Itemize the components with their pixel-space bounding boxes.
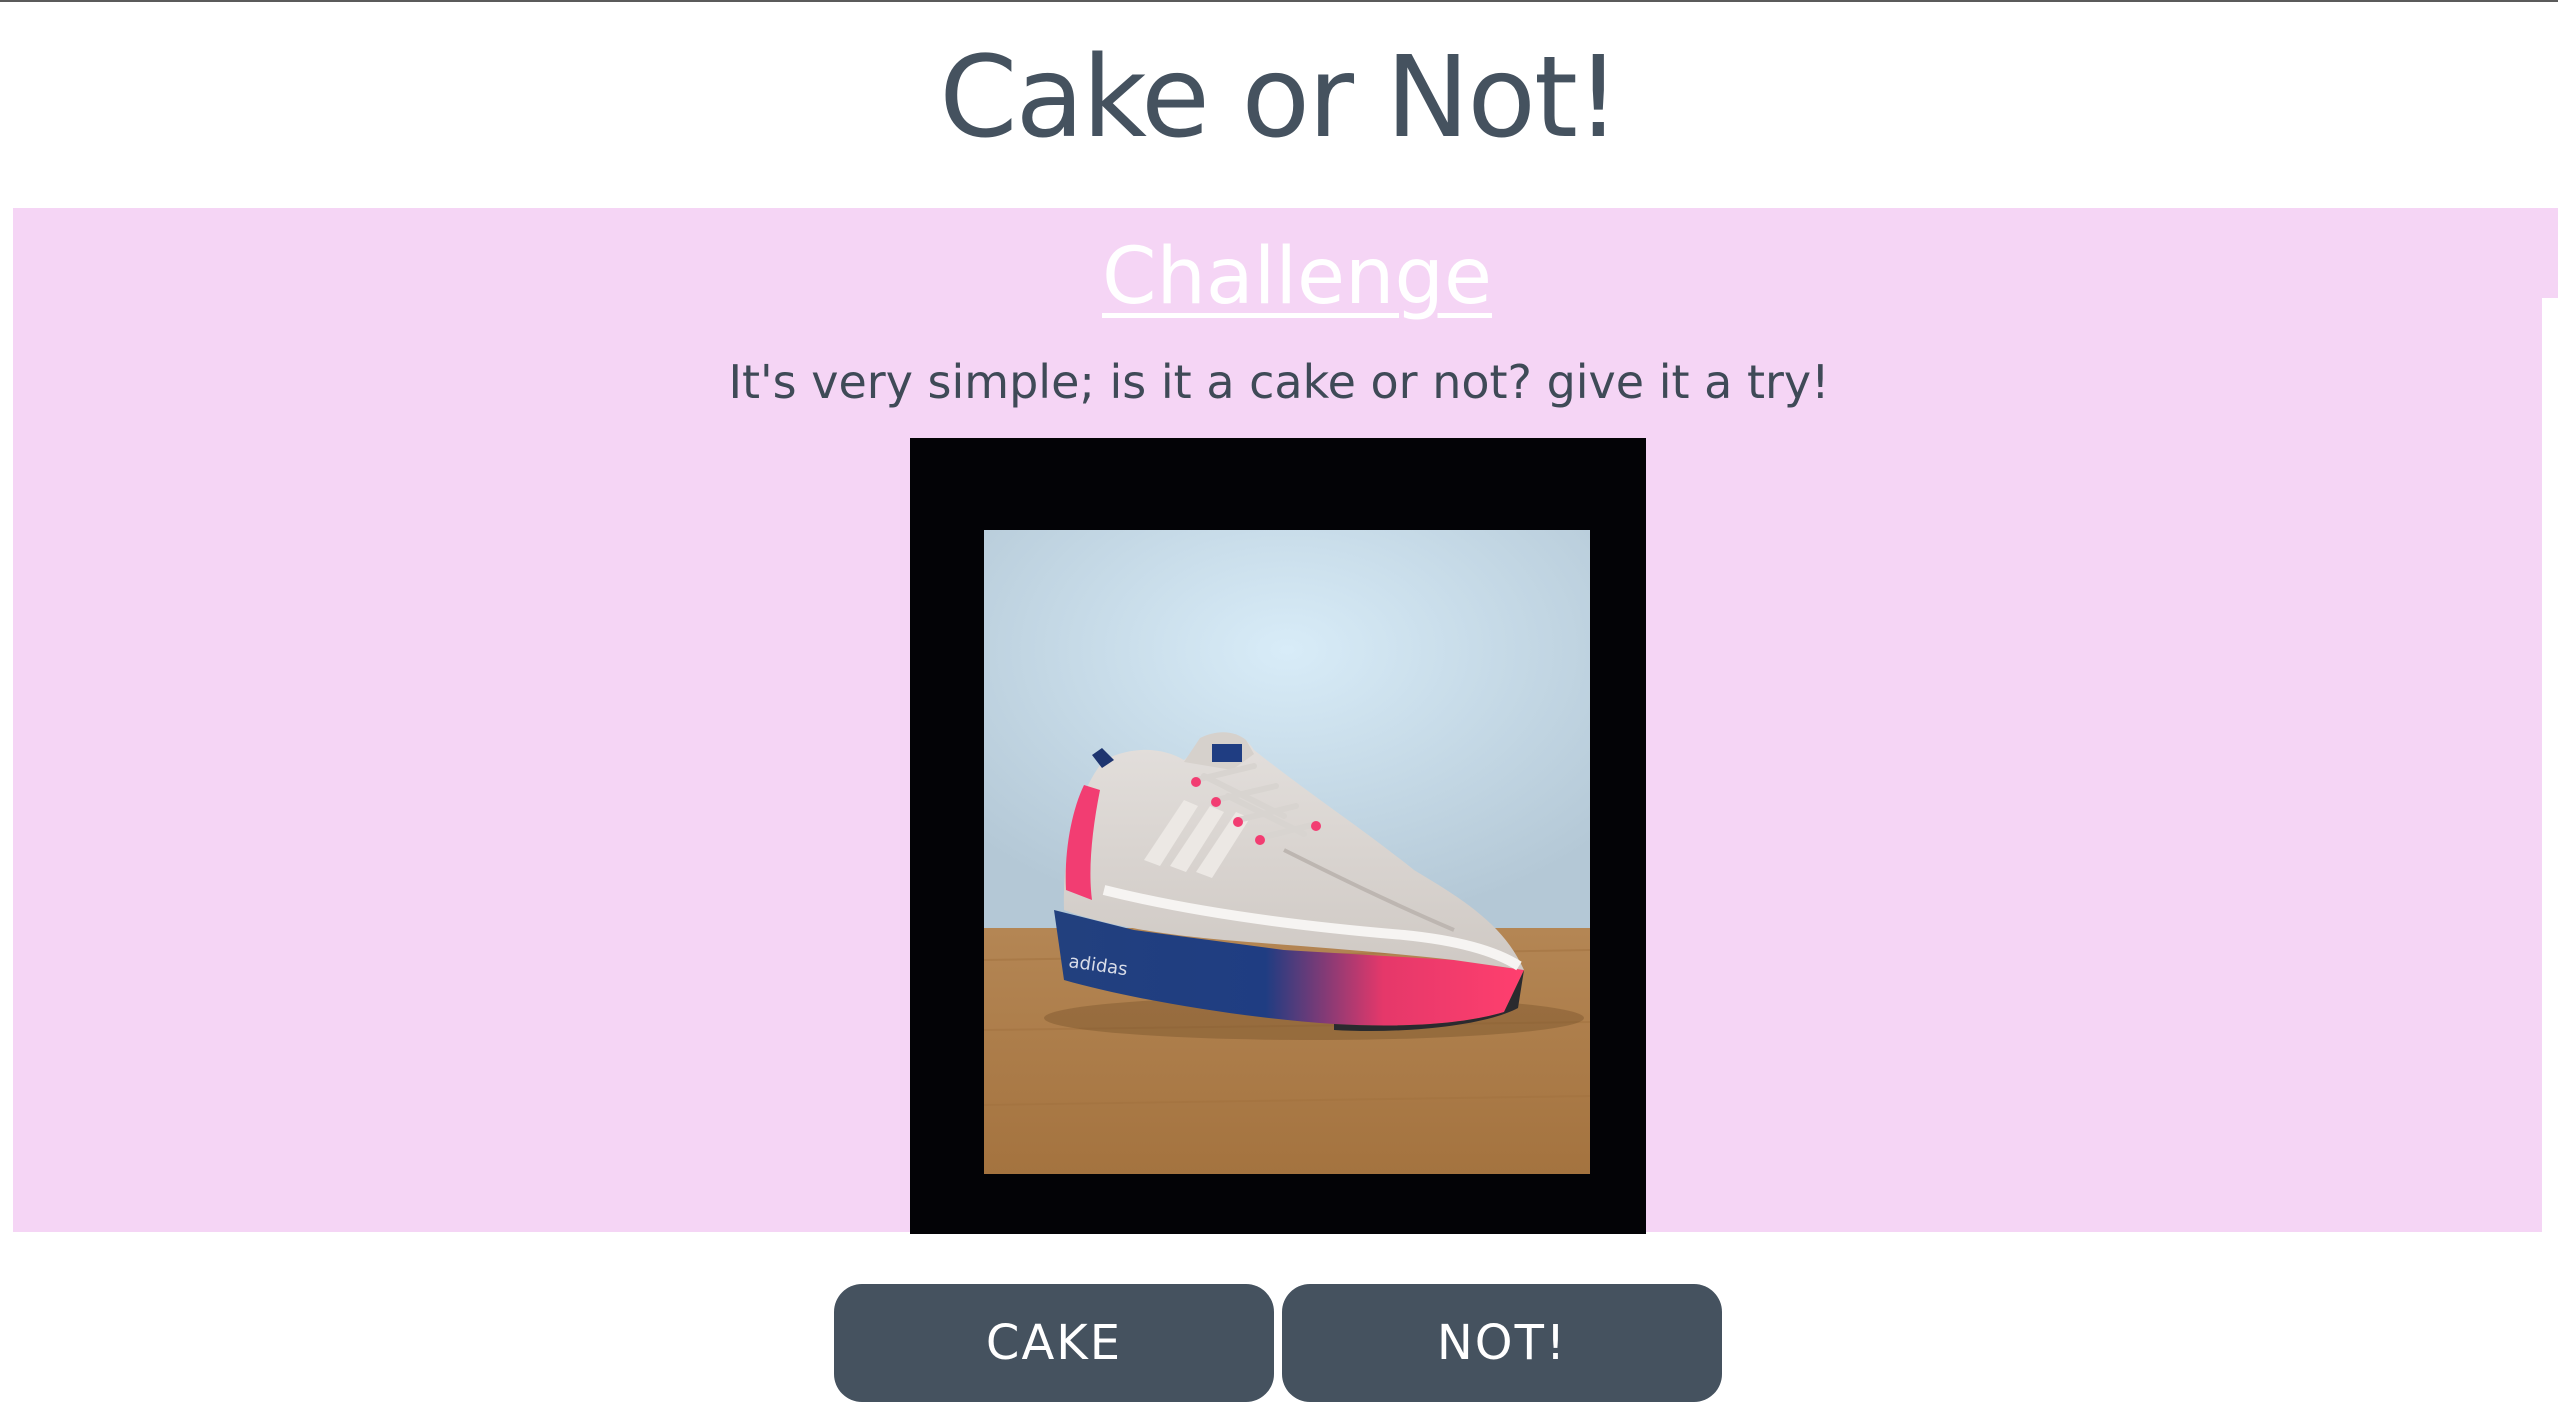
challenge-description: It's very simple; is it a cake or not? g…	[728, 355, 1830, 409]
not-button[interactable]: NOT!	[1282, 1284, 1722, 1402]
sneaker-illustration: adidas	[984, 530, 1590, 1174]
challenge-image: adidas	[984, 530, 1590, 1174]
challenge-image-frame: adidas	[910, 438, 1646, 1234]
top-rule	[0, 0, 2558, 2]
panel-edge	[2542, 298, 2558, 1234]
cake-button[interactable]: CAKE	[834, 1284, 1274, 1402]
challenge-link[interactable]: Challenge	[0, 222, 2558, 332]
page-title: Cake or Not!	[939, 33, 1621, 163]
